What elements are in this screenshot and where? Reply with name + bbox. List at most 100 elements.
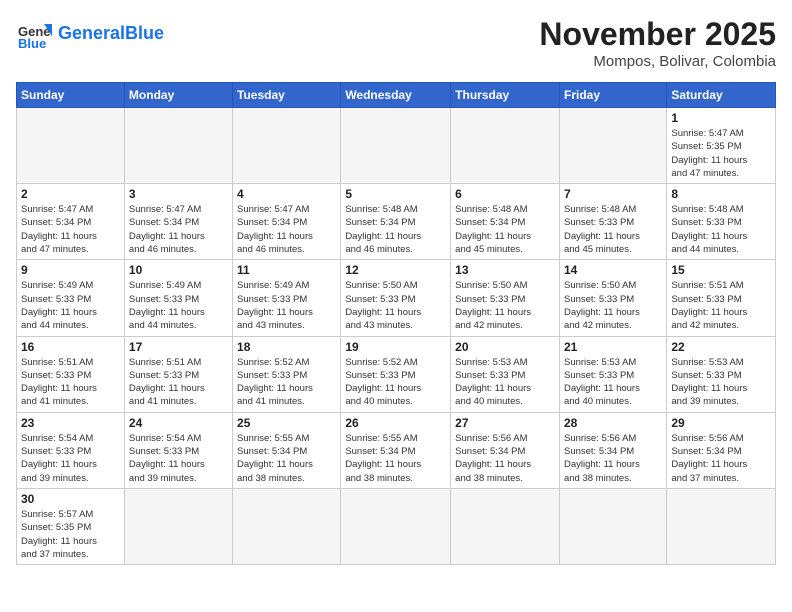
day-number: 20	[455, 340, 555, 354]
calendar-cell: 6 Sunrise: 5:48 AM Sunset: 5:34 PM Daylig…	[451, 184, 560, 260]
calendar-cell: 15 Sunrise: 5:51 AM Sunset: 5:33 PM Dayli…	[667, 260, 776, 336]
calendar-cell: 13 Sunrise: 5:50 AM Sunset: 5:33 PM Dayli…	[451, 260, 560, 336]
day-number: 7	[564, 187, 662, 201]
day-number: 26	[345, 416, 446, 430]
calendar-cell	[341, 108, 451, 184]
calendar-cell: 10 Sunrise: 5:49 AM Sunset: 5:33 PM Dayli…	[124, 260, 232, 336]
calendar-cell: 18Sunrise: 5:52 AM Sunset: 5:33 PM Dayli…	[233, 336, 341, 412]
logo-blue: Blue	[125, 23, 164, 43]
calendar-cell: 17 Sunrise: 5:51 AM Sunset: 5:33 PM Dayli…	[124, 336, 232, 412]
day-info: Sunrise: 5:51 AM Sunset: 5:33 PM Dayligh…	[129, 356, 228, 409]
day-info: Sunrise: 5:47 AM Sunset: 5:35 PM Dayligh…	[671, 127, 771, 180]
day-number: 28	[564, 416, 662, 430]
day-number: 3	[129, 187, 228, 201]
day-number: 13	[455, 263, 555, 277]
calendar-cell	[17, 108, 125, 184]
calendar-cell: 26 Sunrise: 5:55 AM Sunset: 5:34 PM Dayli…	[341, 412, 451, 488]
month-year-heading: November 2025	[539, 16, 776, 53]
day-info: Sunrise: 5:55 AM Sunset: 5:34 PM Dayligh…	[237, 432, 336, 485]
day-info: Sunrise: 5:47 AM Sunset: 5:34 PM Dayligh…	[21, 203, 120, 256]
day-info: Sunrise: 5:55 AM Sunset: 5:34 PM Dayligh…	[345, 432, 446, 485]
day-number: 11	[237, 263, 336, 277]
day-info: Sunrise: 5:56 AM Sunset: 5:34 PM Dayligh…	[671, 432, 771, 485]
day-number: 10	[129, 263, 228, 277]
day-info: Sunrise: 5:56 AM Sunset: 5:34 PM Dayligh…	[455, 432, 555, 485]
day-info: Sunrise: 5:50 AM Sunset: 5:33 PM Dayligh…	[455, 279, 555, 332]
day-number: 30	[21, 492, 120, 506]
day-info: Sunrise: 5:47 AM Sunset: 5:34 PM Dayligh…	[237, 203, 336, 256]
day-info: Sunrise: 5:48 AM Sunset: 5:34 PM Dayligh…	[345, 203, 446, 256]
day-info: Sunrise: 5:50 AM Sunset: 5:33 PM Dayligh…	[564, 279, 662, 332]
calendar-cell: 8Sunrise: 5:48 AM Sunset: 5:33 PM Daylig…	[667, 184, 776, 260]
calendar-cell: 19 Sunrise: 5:52 AM Sunset: 5:33 PM Dayli…	[341, 336, 451, 412]
logo-wordmark: GeneralBlue	[58, 24, 164, 44]
day-info: Sunrise: 5:49 AM Sunset: 5:33 PM Dayligh…	[129, 279, 228, 332]
logo-icon: General Blue	[16, 16, 52, 52]
day-number: 16	[21, 340, 120, 354]
day-info: Sunrise: 5:51 AM Sunset: 5:33 PM Dayligh…	[671, 279, 771, 332]
day-info: Sunrise: 5:50 AM Sunset: 5:33 PM Dayligh…	[345, 279, 446, 332]
week-row-1: 1Sunrise: 5:47 AM Sunset: 5:35 PM Daylig…	[17, 108, 776, 184]
weekday-header-saturday: Saturday	[667, 83, 776, 108]
weekday-header-friday: Friday	[559, 83, 666, 108]
day-info: Sunrise: 5:56 AM Sunset: 5:34 PM Dayligh…	[564, 432, 662, 485]
week-row-2: 2Sunrise: 5:47 AM Sunset: 5:34 PM Daylig…	[17, 184, 776, 260]
day-number: 5	[345, 187, 446, 201]
logo: General Blue GeneralBlue	[16, 16, 164, 52]
day-info: Sunrise: 5:53 AM Sunset: 5:33 PM Dayligh…	[671, 356, 771, 409]
title-block: November 2025 Mompos, Bolivar, Colombia	[539, 16, 776, 70]
calendar-table: SundayMondayTuesdayWednesdayThursdayFrid…	[16, 82, 776, 565]
calendar-cell: 14Sunrise: 5:50 AM Sunset: 5:33 PM Dayli…	[559, 260, 666, 336]
day-number: 4	[237, 187, 336, 201]
calendar-cell	[233, 108, 341, 184]
day-number: 8	[671, 187, 771, 201]
calendar-cell: 16 Sunrise: 5:51 AM Sunset: 5:33 PM Dayli…	[17, 336, 125, 412]
day-number: 27	[455, 416, 555, 430]
week-row-5: 23 Sunrise: 5:54 AM Sunset: 5:33 PM Dayli…	[17, 412, 776, 488]
day-number: 23	[21, 416, 120, 430]
calendar-cell: 29 Sunrise: 5:56 AM Sunset: 5:34 PM Dayli…	[667, 412, 776, 488]
day-info: Sunrise: 5:53 AM Sunset: 5:33 PM Dayligh…	[564, 356, 662, 409]
day-number: 17	[129, 340, 228, 354]
day-info: Sunrise: 5:57 AM Sunset: 5:35 PM Dayligh…	[21, 508, 120, 561]
calendar-cell: 11Sunrise: 5:49 AM Sunset: 5:33 PM Dayli…	[233, 260, 341, 336]
calendar-cell: 20 Sunrise: 5:53 AM Sunset: 5:33 PM Dayli…	[451, 336, 560, 412]
calendar-cell: 28 Sunrise: 5:56 AM Sunset: 5:34 PM Dayli…	[559, 412, 666, 488]
day-number: 6	[455, 187, 555, 201]
calendar-cell: 21Sunrise: 5:53 AM Sunset: 5:33 PM Dayli…	[559, 336, 666, 412]
calendar-body: 1Sunrise: 5:47 AM Sunset: 5:35 PM Daylig…	[17, 108, 776, 565]
calendar-cell	[233, 488, 341, 564]
weekday-header-wednesday: Wednesday	[341, 83, 451, 108]
calendar-cell: 1Sunrise: 5:47 AM Sunset: 5:35 PM Daylig…	[667, 108, 776, 184]
calendar-cell: 7Sunrise: 5:48 AM Sunset: 5:33 PM Daylig…	[559, 184, 666, 260]
day-number: 9	[21, 263, 120, 277]
week-row-3: 9 Sunrise: 5:49 AM Sunset: 5:33 PM Daylig…	[17, 260, 776, 336]
day-number: 19	[345, 340, 446, 354]
weekday-header-thursday: Thursday	[451, 83, 560, 108]
day-number: 29	[671, 416, 771, 430]
calendar-cell	[124, 488, 232, 564]
day-number: 24	[129, 416, 228, 430]
location-subtitle: Mompos, Bolivar, Colombia	[539, 53, 776, 70]
day-info: Sunrise: 5:54 AM Sunset: 5:33 PM Dayligh…	[21, 432, 120, 485]
calendar-cell	[124, 108, 232, 184]
weekday-header-monday: Monday	[124, 83, 232, 108]
day-number: 15	[671, 263, 771, 277]
day-info: Sunrise: 5:53 AM Sunset: 5:33 PM Dayligh…	[455, 356, 555, 409]
day-info: Sunrise: 5:52 AM Sunset: 5:33 PM Dayligh…	[345, 356, 446, 409]
calendar-cell: 9 Sunrise: 5:49 AM Sunset: 5:33 PM Daylig…	[17, 260, 125, 336]
calendar-cell	[451, 108, 560, 184]
day-number: 25	[237, 416, 336, 430]
weekday-header-row: SundayMondayTuesdayWednesdayThursdayFrid…	[17, 83, 776, 108]
weekday-header-sunday: Sunday	[17, 83, 125, 108]
page-header: General Blue GeneralBlue November 2025 M…	[16, 16, 776, 70]
day-info: Sunrise: 5:51 AM Sunset: 5:33 PM Dayligh…	[21, 356, 120, 409]
day-number: 12	[345, 263, 446, 277]
calendar-cell: 3Sunrise: 5:47 AM Sunset: 5:34 PM Daylig…	[124, 184, 232, 260]
day-info: Sunrise: 5:49 AM Sunset: 5:33 PM Dayligh…	[21, 279, 120, 332]
calendar-cell: 24Sunrise: 5:54 AM Sunset: 5:33 PM Dayli…	[124, 412, 232, 488]
day-info: Sunrise: 5:48 AM Sunset: 5:34 PM Dayligh…	[455, 203, 555, 256]
calendar-header: SundayMondayTuesdayWednesdayThursdayFrid…	[17, 83, 776, 108]
calendar-cell	[451, 488, 560, 564]
calendar-cell: 22Sunrise: 5:53 AM Sunset: 5:33 PM Dayli…	[667, 336, 776, 412]
